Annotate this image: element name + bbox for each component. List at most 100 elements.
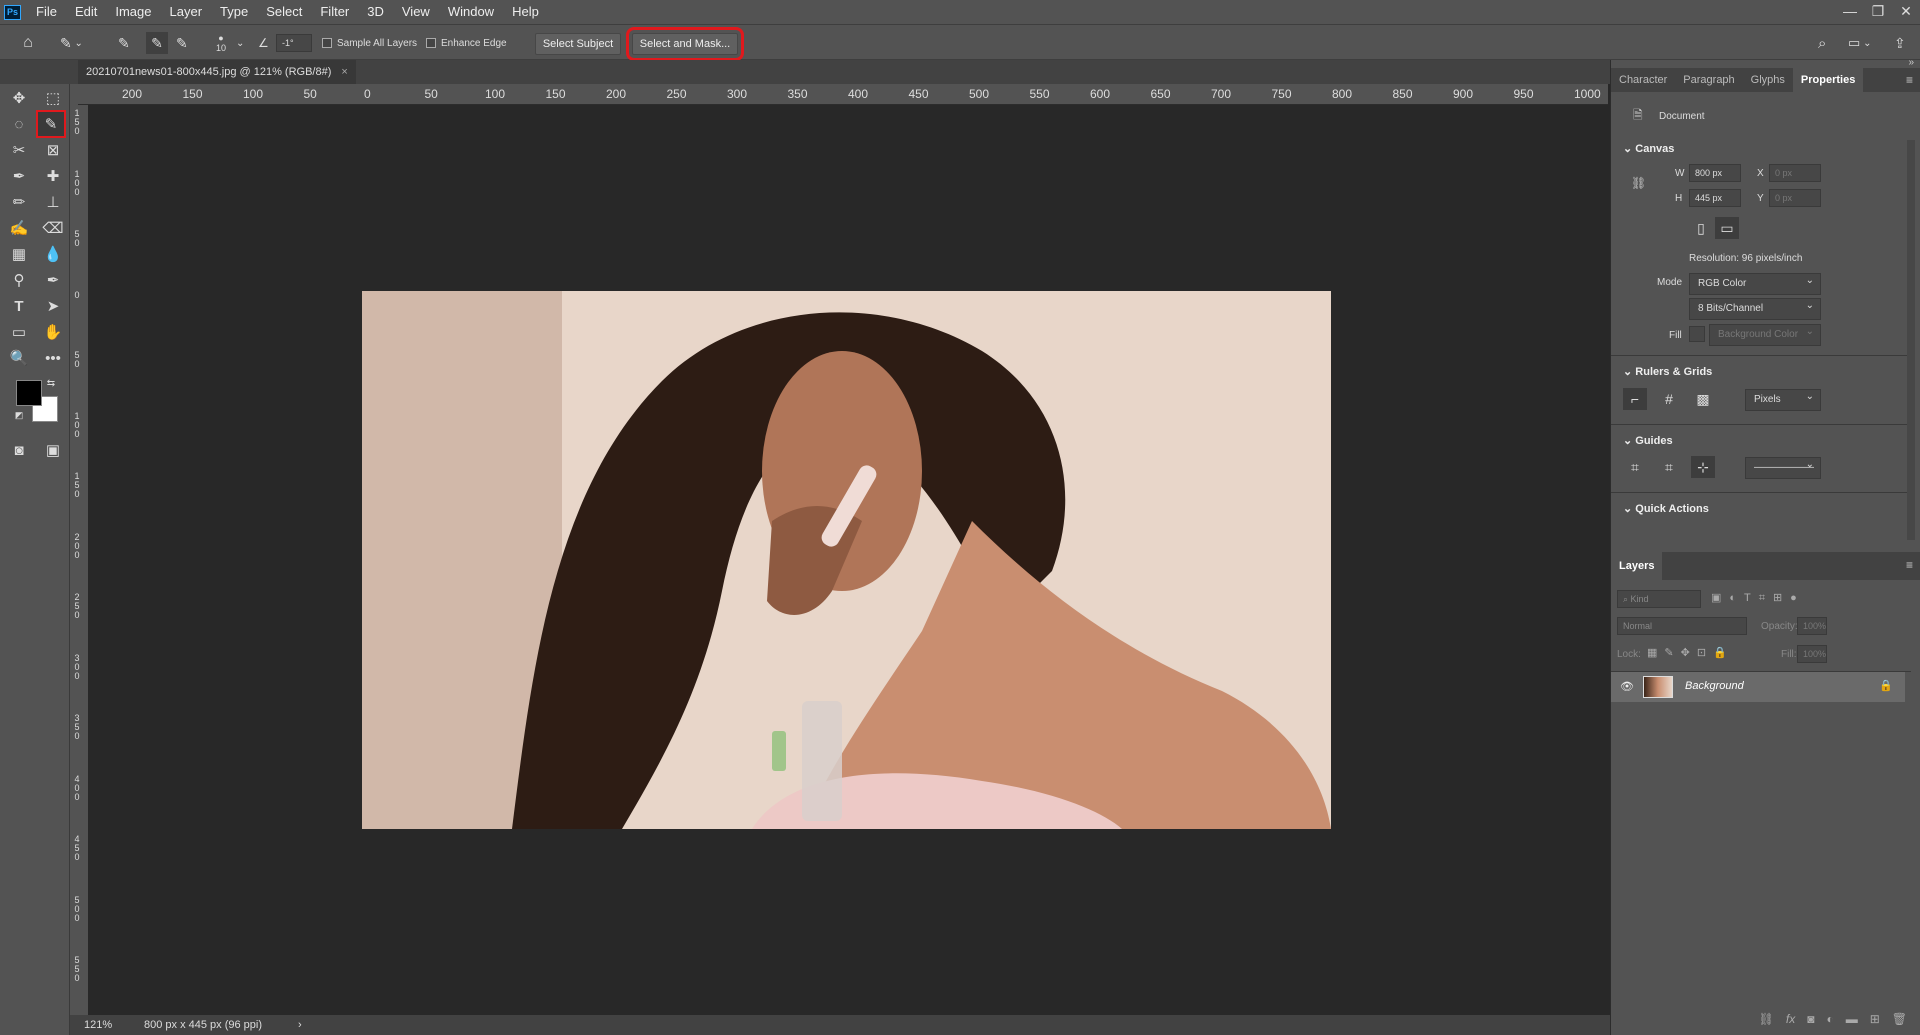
crop-tool-icon[interactable]: ✂ xyxy=(6,138,32,162)
tab-character[interactable]: Character xyxy=(1611,68,1675,92)
close-tab-icon[interactable]: × xyxy=(341,66,347,78)
dodge-tool-icon[interactable]: ⚲ xyxy=(6,268,32,292)
brush-tool-icon[interactable]: ✏ xyxy=(6,190,32,214)
swap-colors-icon[interactable]: ⇆ xyxy=(44,376,58,390)
default-colors-icon[interactable]: ◩ xyxy=(12,408,26,422)
portrait-orientation-icon[interactable]: ▯ xyxy=(1689,217,1713,239)
home-icon[interactable]: ⌂ xyxy=(16,25,40,61)
layers-menu-icon[interactable]: ≡ xyxy=(1906,558,1913,572)
menu-layer[interactable]: Layer xyxy=(161,0,212,24)
menu-image[interactable]: Image xyxy=(106,0,160,24)
grid-toggle-icon[interactable]: # xyxy=(1657,388,1681,410)
delete-layer-icon[interactable]: 🗑 xyxy=(1892,1012,1907,1026)
select-subject-button[interactable]: Select Subject xyxy=(535,33,621,55)
close-window-button[interactable]: ✕ xyxy=(1892,0,1920,24)
restore-button[interactable]: ❐ xyxy=(1864,0,1892,24)
minimize-button[interactable]: — xyxy=(1836,0,1864,24)
ruler-units-select[interactable]: Pixels xyxy=(1745,387,1821,411)
layer-lock-icon[interactable]: 🔒 xyxy=(1879,679,1893,692)
menu-select[interactable]: Select xyxy=(257,0,311,24)
layer-row-background[interactable]: 👁 Background 🔒 xyxy=(1611,672,1905,702)
layer-filter-icons[interactable]: ▣◐T⌗⊞● xyxy=(1711,591,1805,605)
pen-tool-icon[interactable]: ✒ xyxy=(40,268,66,292)
rulers-grids-section-header[interactable]: ⌄ Rulers & Grids xyxy=(1623,365,1712,378)
new-selection-mode-button[interactable]: ✎ xyxy=(118,25,130,61)
layer-kind-filter[interactable]: ⌕ Kind xyxy=(1617,590,1701,608)
enhance-edge-checkbox[interactable]: Enhance Edge xyxy=(426,25,507,61)
tab-paragraph[interactable]: Paragraph xyxy=(1675,68,1742,92)
menu-view[interactable]: View xyxy=(393,0,439,24)
collapse-panels-icon[interactable]: » xyxy=(1908,57,1914,68)
sample-all-layers-checkbox[interactable]: Sample All Layers xyxy=(322,25,417,61)
tab-layers[interactable]: Layers xyxy=(1611,552,1663,580)
layer-style-icon[interactable]: fx xyxy=(1786,1012,1795,1026)
guide-style-select[interactable]: —————— xyxy=(1745,455,1821,479)
mode-select[interactable]: RGB Color xyxy=(1689,271,1821,295)
menu-file[interactable]: File xyxy=(27,0,66,24)
type-tool-icon[interactable]: T xyxy=(6,294,32,318)
subtract-from-selection-mode-button[interactable]: ✎ xyxy=(176,25,188,61)
smart-guides-icon[interactable]: ⊹ xyxy=(1691,456,1715,478)
panel-menu-icon[interactable]: ≡ xyxy=(1906,68,1920,92)
blur-tool-icon[interactable]: 💧 xyxy=(40,242,66,266)
marquee-tool-icon[interactable]: ⬚ xyxy=(40,86,66,110)
landscape-orientation-icon[interactable]: ▭ xyxy=(1715,217,1739,239)
guide-layout-icon[interactable]: ⌗ xyxy=(1657,456,1681,478)
tab-glyphs[interactable]: Glyphs xyxy=(1743,68,1793,92)
hand-tool-icon[interactable]: ✋ xyxy=(40,320,66,344)
new-group-icon[interactable]: ▬ xyxy=(1846,1012,1858,1026)
document-tab[interactable]: 20210701news01-800x445.jpg @ 121% (RGB/8… xyxy=(78,60,356,84)
menu-filter[interactable]: Filter xyxy=(311,0,358,24)
menu-edit[interactable]: Edit xyxy=(66,0,106,24)
link-layers-icon[interactable]: ⛓ xyxy=(1759,1012,1774,1026)
canvas-section-header[interactable]: ⌄ Canvas xyxy=(1623,142,1674,155)
path-selection-tool-icon[interactable]: ➤ xyxy=(40,294,66,318)
visibility-eye-icon[interactable]: 👁 xyxy=(1620,680,1634,693)
add-to-selection-mode-button[interactable]: ✎ xyxy=(146,32,168,54)
guides-toggle-icon[interactable]: ⌗ xyxy=(1623,456,1647,478)
lasso-tool-icon[interactable]: ◌ xyxy=(6,112,32,136)
width-input[interactable]: 800 px xyxy=(1689,164,1741,182)
document-image[interactable] xyxy=(362,291,1331,829)
foreground-color-swatch-front[interactable] xyxy=(16,380,42,406)
screen-mode-icon[interactable]: ▣ xyxy=(40,438,66,462)
horizontal-ruler[interactable]: 200 150 100 50 0 50 100 150 200 250 300 350 400 450 50… xyxy=(78,84,1608,105)
quick-selection-tool-icon[interactable]: ✎ xyxy=(36,110,66,138)
properties-scrollbar[interactable] xyxy=(1907,140,1915,540)
chevron-down-icon[interactable]: ⌄ xyxy=(236,25,244,61)
frame-tool-icon[interactable]: ⊠ xyxy=(40,138,66,162)
status-expand-icon[interactable]: › xyxy=(298,1019,302,1031)
share-icon[interactable]: ⇪ xyxy=(1894,25,1906,61)
menu-window[interactable]: Window xyxy=(439,0,503,24)
new-layer-icon[interactable]: ⊞ xyxy=(1870,1012,1880,1026)
move-tool-icon[interactable]: ✥ xyxy=(6,86,32,110)
menu-help[interactable]: Help xyxy=(503,0,548,24)
vertical-ruler[interactable]: 1501005005010015020025030035040045050055… xyxy=(70,105,88,1015)
angle-input[interactable]: -1° xyxy=(276,34,312,52)
tab-properties[interactable]: Properties xyxy=(1792,68,1864,92)
more-tools-icon[interactable]: ••• xyxy=(40,346,66,370)
eraser-tool-icon[interactable]: ⌫ xyxy=(40,216,66,240)
guides-section-header[interactable]: ⌄ Guides xyxy=(1623,434,1673,447)
lock-options-icons[interactable]: ▦✎✥⊡🔒 xyxy=(1647,646,1734,659)
menu-3d[interactable]: 3D xyxy=(358,0,393,24)
height-input[interactable]: 445 px xyxy=(1689,189,1741,207)
eyedropper-tool-icon[interactable]: ✒ xyxy=(6,164,32,188)
brush-size-picker[interactable]: ● 10 xyxy=(216,25,226,61)
zoom-tool-icon[interactable]: 🔍 xyxy=(6,346,32,370)
clone-stamp-tool-icon[interactable]: ⊥ xyxy=(40,190,66,214)
menu-type[interactable]: Type xyxy=(211,0,257,24)
adjustment-layer-icon[interactable]: ◐ xyxy=(1826,1012,1833,1026)
rectangle-tool-icon[interactable]: ▭ xyxy=(6,320,32,344)
zoom-level[interactable]: 121% xyxy=(84,1019,144,1031)
history-brush-tool-icon[interactable]: ✍ xyxy=(6,216,32,240)
healing-brush-tool-icon[interactable]: ✚ xyxy=(40,164,66,188)
layer-name[interactable]: Background xyxy=(1685,680,1744,692)
tool-preset-picker[interactable]: ✎ ⌄ xyxy=(60,25,83,61)
pixel-grid-toggle-icon[interactable]: ▩ xyxy=(1691,388,1715,410)
gradient-tool-icon[interactable]: ▦ xyxy=(6,242,32,266)
search-icon[interactable]: ⌕ xyxy=(1818,25,1826,61)
quick-actions-section-header[interactable]: ⌄ Quick Actions xyxy=(1623,502,1709,515)
quick-mask-icon[interactable]: ◙ xyxy=(6,438,32,462)
workspace-icon[interactable]: ▭ ⌄ xyxy=(1848,25,1871,61)
